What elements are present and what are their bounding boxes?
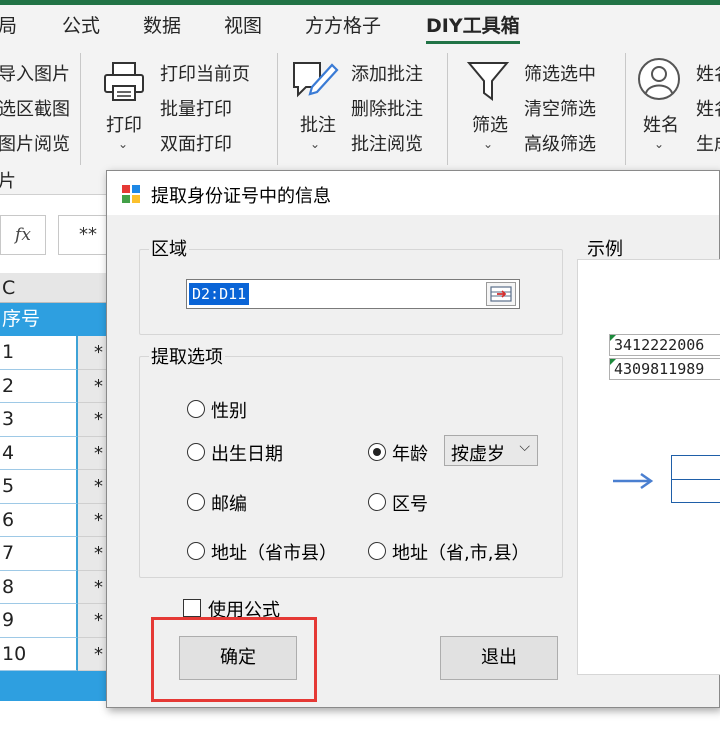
exit-button[interactable]: 退出 — [440, 636, 558, 680]
chevron-down-icon[interactable]: ⌄ — [310, 137, 320, 151]
separator — [277, 53, 278, 165]
radio-address-2[interactable] — [368, 542, 386, 560]
tab-layout[interactable]: 局 — [0, 11, 17, 38]
chevron-down-icon[interactable]: ⌄ — [654, 137, 664, 151]
separator — [447, 53, 448, 165]
print-current-page-button[interactable]: 打印当前页 — [160, 60, 250, 86]
add-comment-button[interactable]: 添加批注 — [351, 60, 423, 86]
radio-area-code[interactable] — [368, 493, 386, 511]
radio-gender[interactable] — [187, 400, 205, 418]
column-header-c[interactable]: C — [0, 273, 78, 303]
range-select-button[interactable] — [486, 282, 516, 306]
tab-data[interactable]: 数据 — [143, 11, 181, 38]
table-row[interactable]: 4 — [0, 436, 78, 470]
example-cell-1: 3412222006 — [609, 334, 720, 356]
name-item-2[interactable]: 姓名 — [696, 95, 720, 121]
tab-ffcell[interactable]: 方方格子 — [305, 11, 381, 38]
comment-button[interactable]: 批注 — [300, 111, 336, 137]
example-output-table — [671, 455, 720, 503]
table-row[interactable]: 1 — [0, 336, 78, 370]
function-icon[interactable]: fx — [0, 215, 46, 255]
use-formula-checkbox[interactable] — [183, 599, 201, 617]
table-row[interactable]: 2 — [0, 369, 78, 403]
radio-address-1[interactable] — [187, 542, 205, 560]
image-preview-button[interactable]: 图片阅览 — [0, 130, 70, 156]
duplex-print-button[interactable]: 双面打印 — [160, 130, 232, 156]
filter-selected-button[interactable]: 筛选选中 — [524, 60, 596, 86]
region-value: D2:D11 — [189, 283, 250, 305]
age-mode-value: 按虚岁 — [451, 444, 505, 465]
table-row[interactable]: 3 — [0, 403, 78, 437]
region-input[interactable]: D2:D11 — [186, 279, 520, 309]
age-mode-select[interactable]: 按虚岁 ⌵ — [444, 435, 538, 466]
chevron-down-icon: ⌵ — [519, 439, 530, 455]
range-picker-icon — [490, 286, 512, 302]
tab-view[interactable]: 视图 — [224, 11, 262, 38]
chevron-down-icon[interactable]: ⌄ — [118, 137, 128, 151]
highlight-box — [151, 617, 317, 702]
region-label: 区域 — [149, 235, 189, 261]
radio-postcode[interactable] — [187, 493, 205, 511]
name-button[interactable]: 姓名 — [643, 111, 679, 137]
option-age-label: 年龄 — [392, 444, 428, 465]
batch-print-button[interactable]: 批量打印 — [160, 95, 232, 121]
printer-icon[interactable] — [102, 61, 146, 103]
generate-button[interactable]: 生成 — [696, 130, 720, 156]
selection-fill — [0, 671, 118, 701]
example-label: 示例 — [585, 235, 625, 261]
extract-id-info-dialog: 提取身份证号中的信息 区域 D2:D11 提取选项 性别 出生日期 年龄 按虚岁… — [106, 170, 720, 708]
option-address-2-label: 地址（省,市,县） — [392, 543, 530, 564]
filter-button[interactable]: 筛选 — [472, 111, 508, 137]
header-cell-serial[interactable]: 序号 — [0, 303, 78, 336]
delete-comment-button[interactable]: 删除批注 — [351, 95, 423, 121]
filter-funnel-icon[interactable] — [466, 59, 510, 103]
tab-diy-toolbox[interactable]: DIY工具箱 — [426, 11, 520, 44]
example-cell-2: 4309811989 — [609, 358, 720, 380]
table-row[interactable]: 7 — [0, 537, 78, 571]
option-birth-date-label: 出生日期 — [211, 444, 283, 465]
radio-birth-date[interactable] — [187, 443, 205, 461]
option-gender-label: 性别 — [211, 401, 247, 422]
radio-age[interactable] — [368, 443, 386, 461]
app-icon — [122, 185, 140, 203]
table-row[interactable]: 6 — [0, 503, 78, 537]
option-area-code-label: 区号 — [392, 494, 428, 515]
table-row[interactable]: 5 — [0, 470, 78, 504]
table-row[interactable]: 8 — [0, 570, 78, 604]
chevron-down-icon[interactable]: ⌄ — [483, 137, 493, 151]
insert-image-button[interactable]: 导入图片 — [0, 60, 70, 86]
name-item-1[interactable]: 姓名 — [696, 60, 720, 86]
user-avatar-icon[interactable] — [637, 57, 681, 101]
separator — [625, 53, 626, 165]
dialog-titlebar[interactable]: 提取身份证号中的信息 — [107, 171, 719, 215]
table-row[interactable]: 10 — [0, 637, 78, 671]
advanced-filter-button[interactable]: 高级筛选 — [524, 130, 596, 156]
table-row[interactable]: 9 — [0, 604, 78, 638]
group1-label: 片 — [0, 171, 16, 192]
tab-formulas[interactable]: 公式 — [62, 11, 100, 38]
comment-preview-button[interactable]: 批注阅览 — [351, 130, 423, 156]
comment-pencil-icon[interactable] — [290, 57, 340, 103]
print-button[interactable]: 打印 — [106, 111, 142, 137]
separator — [80, 53, 81, 165]
option-postcode-label: 邮编 — [211, 494, 247, 515]
options-label: 提取选项 — [149, 343, 225, 369]
ribbon-tabs: 局 公式 数据 视图 方方格子 DIY工具箱 — [0, 5, 720, 45]
option-address-1-label: 地址（省市县） — [211, 543, 337, 564]
arrow-right-icon — [613, 472, 654, 490]
dialog-title: 提取身份证号中的信息 — [151, 186, 331, 207]
region-screenshot-button[interactable]: 选区截图 — [0, 95, 70, 121]
clear-filter-button[interactable]: 清空筛选 — [524, 95, 596, 121]
